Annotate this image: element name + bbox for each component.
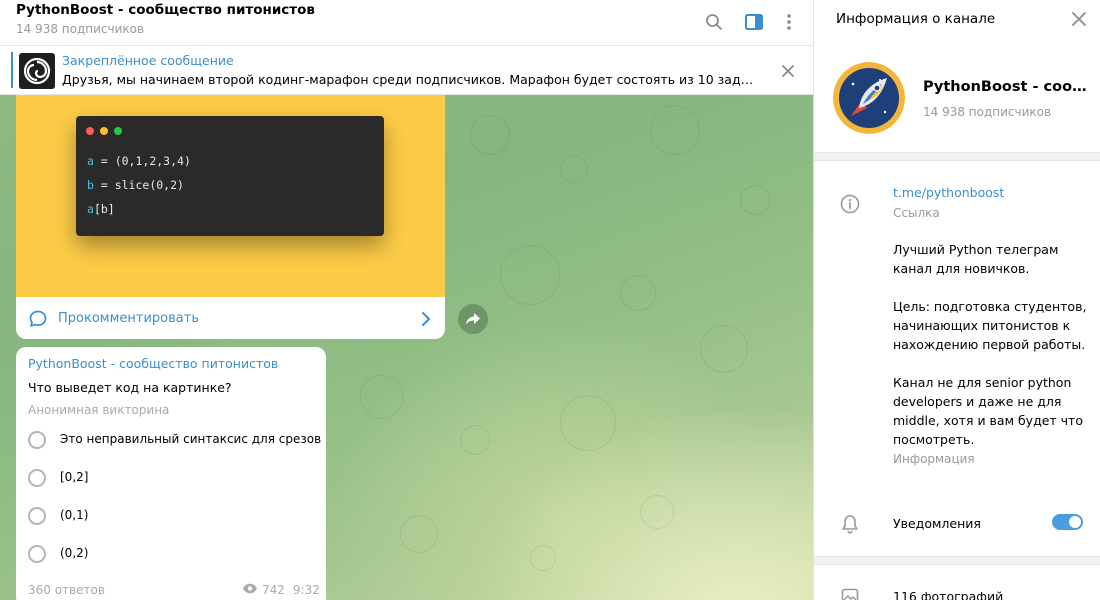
channel-subscribers: 14 938 подписчиков: [923, 105, 1052, 119]
channel-description: Лучший Python телеграм канал для новичко…: [893, 240, 1093, 449]
post-image[interactable]: a = (0,1,2,3,4) b = slice(0,2) a[b]: [16, 95, 445, 297]
more-vertical-icon[interactable]: [777, 10, 801, 34]
section-divider: [814, 152, 1100, 161]
quiz-option[interactable]: Это неправильный синтаксис для срезов: [28, 429, 322, 453]
green-dot-icon: [114, 127, 122, 135]
toggle-knob: [1068, 515, 1082, 529]
pinned-message[interactable]: Закреплённое сообщение Друзья, мы начина…: [0, 46, 813, 95]
message-time: 9:32: [292, 583, 320, 597]
sidebar-toggle-icon[interactable]: [742, 10, 766, 34]
image-post: a = (0,1,2,3,4) b = slice(0,2) a[b] Прок…: [16, 95, 445, 339]
pinned-title: Закреплённое сообщение: [62, 53, 234, 68]
description-paragraph: Канал не для senior python developers и …: [893, 375, 1083, 447]
radio-icon: [28, 507, 46, 525]
chat-title[interactable]: PythonBoost - сообщество питонистов: [16, 2, 315, 18]
yellow-dot-icon: [100, 127, 108, 135]
quiz-answer-count[interactable]: 360 ответов: [28, 583, 105, 597]
chat-header: PythonBoost - сообщество питонистов 14 9…: [0, 0, 813, 46]
pinned-thumbnail: [19, 53, 55, 89]
notifications-label: Уведомления: [893, 516, 981, 531]
description-caption: Информация: [893, 452, 975, 466]
channel-link[interactable]: t.me/pythonboost: [893, 185, 1004, 200]
radio-icon: [28, 431, 46, 449]
close-panel-icon[interactable]: [1068, 8, 1090, 30]
quiz-post: PythonBoost - сообщество питонистов Что …: [16, 347, 326, 600]
quiz-option-label: [0,2]: [60, 470, 89, 484]
photo-icon: [838, 584, 862, 600]
code-line-2: b = slice(0,2): [87, 178, 184, 192]
pinned-accent-bar: [11, 52, 13, 88]
quiz-option-label: (0,2): [60, 546, 89, 560]
comment-label: Прокомментировать: [58, 311, 199, 326]
comment-button[interactable]: Прокомментировать: [16, 299, 445, 339]
search-icon[interactable]: [702, 10, 726, 34]
info-icon: [838, 192, 862, 216]
code-window: a = (0,1,2,3,4) b = slice(0,2) a[b]: [76, 116, 384, 236]
radio-icon: [28, 545, 46, 563]
comment-bubble-icon: [28, 309, 48, 333]
quiz-option-label: (0,1): [60, 508, 89, 522]
eye-icon: [242, 583, 258, 597]
code-line-3: a[b]: [87, 202, 115, 216]
quiz-meta: 742 9:32: [242, 583, 320, 597]
quiz-question: Что выведет код на картинке?: [28, 380, 232, 395]
spiral-logo-icon: [23, 57, 51, 85]
quiz-author[interactable]: PythonBoost - сообщество питонистов: [28, 356, 278, 371]
section-divider: [814, 556, 1100, 565]
pinned-text: Друзья, мы начинаем второй кодинг-марафо…: [62, 72, 757, 87]
notifications-toggle[interactable]: [1052, 514, 1083, 530]
chat-subscribers: 14 938 подписчиков: [16, 22, 145, 36]
description-paragraph: Цель: подготовка студентов, начинающих п…: [893, 299, 1087, 352]
description-paragraph: Лучший Python телеграм канал для новичко…: [893, 242, 1059, 276]
share-icon[interactable]: [458, 304, 488, 334]
photos-link[interactable]: 116 фотографий: [893, 589, 1003, 600]
panel-title: Информация о канале: [836, 11, 996, 27]
link-caption: Ссылка: [893, 206, 940, 220]
chat-area: PythonBoost - сообщество питонистов 14 9…: [0, 0, 813, 600]
channel-avatar[interactable]: [833, 62, 905, 134]
chevron-right-icon: [420, 311, 432, 331]
red-dot-icon: [86, 127, 94, 135]
quiz-type: Анонимная викторина: [28, 403, 170, 417]
quiz-option[interactable]: (0,2): [28, 543, 318, 567]
channel-info-panel: Информация о канале PythonBoost - сообще…: [813, 0, 1100, 600]
bell-icon: [838, 512, 862, 536]
quiz-option[interactable]: [0,2]: [28, 467, 318, 491]
channel-name: PythonBoost - сообщество питонистов: [923, 79, 1093, 95]
quiz-option-label: Это неправильный синтаксис для срезов: [60, 432, 322, 446]
code-line-1: a = (0,1,2,3,4): [87, 154, 191, 168]
radio-icon: [28, 469, 46, 487]
close-pinned-icon[interactable]: [777, 60, 799, 82]
quiz-option[interactable]: (0,1): [28, 505, 318, 529]
view-count: 742: [262, 583, 285, 597]
